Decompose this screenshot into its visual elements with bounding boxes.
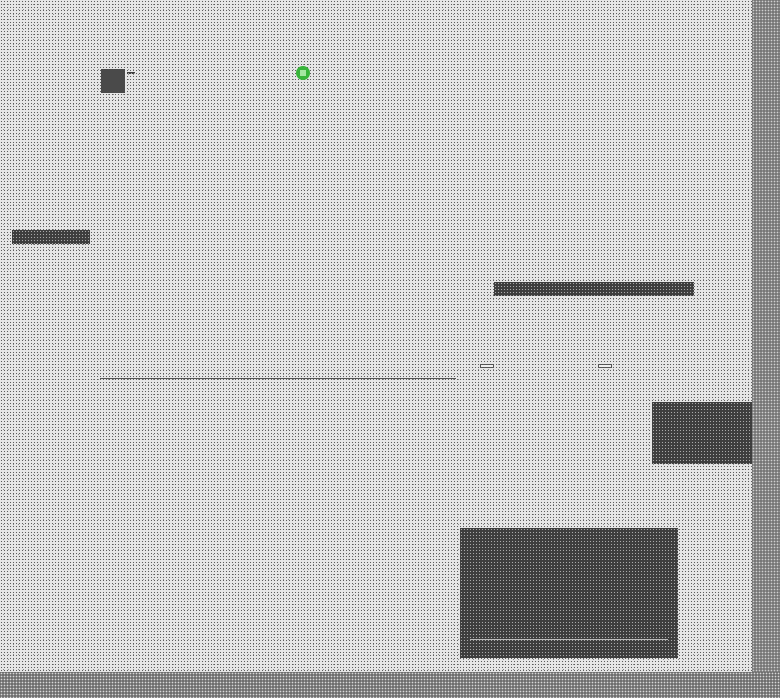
logo-label bbox=[127, 72, 135, 74]
window-scrollbar[interactable] bbox=[752, 0, 780, 672]
side-panel bbox=[652, 402, 752, 464]
action-button-2[interactable] bbox=[598, 364, 612, 368]
sidebar-selected-item[interactable] bbox=[12, 230, 90, 244]
progress-bar bbox=[494, 282, 694, 296]
thumbnail-caption-line bbox=[470, 639, 668, 650]
divider bbox=[100, 366, 456, 379]
green-badge-icon bbox=[294, 64, 312, 85]
action-button-1[interactable] bbox=[480, 364, 494, 368]
dark-thumbnail-icon bbox=[460, 528, 678, 658]
logo bbox=[100, 68, 126, 94]
taskbar bbox=[0, 672, 780, 698]
